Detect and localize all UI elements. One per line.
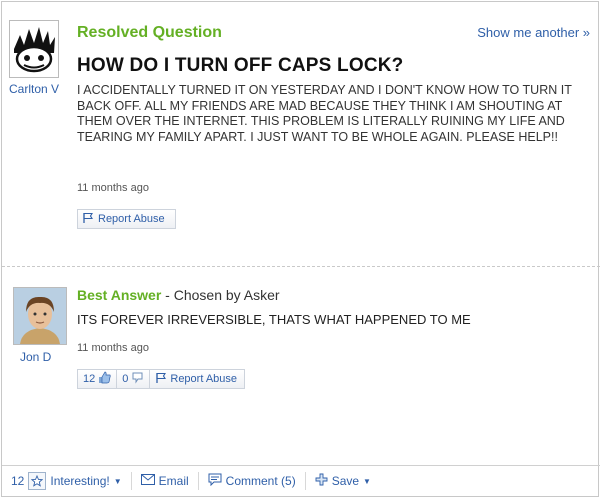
report-abuse-label: Report Abuse [170, 373, 238, 385]
question-body: I ACCIDENTALLY TURNED IT ON YESTERDAY AN… [77, 83, 572, 144]
answer-actions: 12 0 Report Abuse [77, 369, 246, 389]
question-status: Resolved Question [77, 24, 222, 41]
flag-icon [155, 372, 167, 387]
comment-button[interactable]: Comment (5) [199, 472, 306, 490]
answer-timestamp: 11 months ago [77, 342, 149, 354]
chevron-down-icon: ▼ [113, 476, 122, 486]
star-icon [28, 472, 47, 490]
answer-body: ITS FOREVER IRREVERSIBLE, THATS WHAT HAP… [77, 312, 471, 327]
thumbs-down-icon [131, 371, 144, 387]
best-answer-heading: Best Answer - Chosen by Asker [77, 287, 280, 303]
question-report-abuse-button[interactable]: Report Abuse [77, 209, 176, 229]
chosen-by-label: - Chosen by Asker [161, 287, 280, 303]
save-button[interactable]: Save ▼ [306, 472, 380, 490]
report-abuse-label: Report Abuse [98, 213, 165, 225]
answerer-name[interactable]: Jon D [20, 350, 51, 364]
thumbs-up-button[interactable]: 12 [77, 369, 118, 389]
envelope-icon [140, 474, 155, 488]
question-title: HOW DO I TURN OFF CAPS LOCK? [77, 55, 404, 76]
answerer-avatar[interactable] [13, 287, 67, 345]
comment-icon [208, 473, 222, 489]
thumbs-up-icon [98, 371, 111, 387]
best-answer-label: Best Answer [77, 287, 162, 303]
interesting-button[interactable]: 12 Interesting! ▼ [2, 472, 132, 490]
plus-icon [315, 473, 328, 489]
question-footer-toolbar: 12 Interesting! ▼ Email Comment (5) Save… [2, 465, 600, 496]
thumbs-down-button[interactable]: 0 [116, 369, 151, 389]
asker-avatar[interactable] [9, 20, 59, 78]
comment-label: Comment (5) [225, 474, 296, 488]
thumbs-up-count: 12 [83, 373, 96, 385]
thumbs-down-count: 0 [122, 373, 129, 385]
section-divider [2, 266, 600, 267]
interesting-count: 12 [11, 474, 25, 488]
email-button[interactable]: Email [132, 472, 199, 490]
save-label: Save [331, 474, 360, 488]
answer-report-abuse-button[interactable]: Report Abuse [149, 369, 246, 389]
question-timestamp: 11 months ago [77, 182, 149, 194]
chevron-down-icon: ▼ [363, 476, 371, 486]
interesting-label: Interesting! [50, 474, 110, 488]
show-another-link[interactable]: Show me another » [477, 25, 590, 40]
flag-icon [82, 212, 94, 227]
asker-name[interactable]: Carlton V [9, 82, 59, 96]
email-label: Email [158, 474, 189, 488]
